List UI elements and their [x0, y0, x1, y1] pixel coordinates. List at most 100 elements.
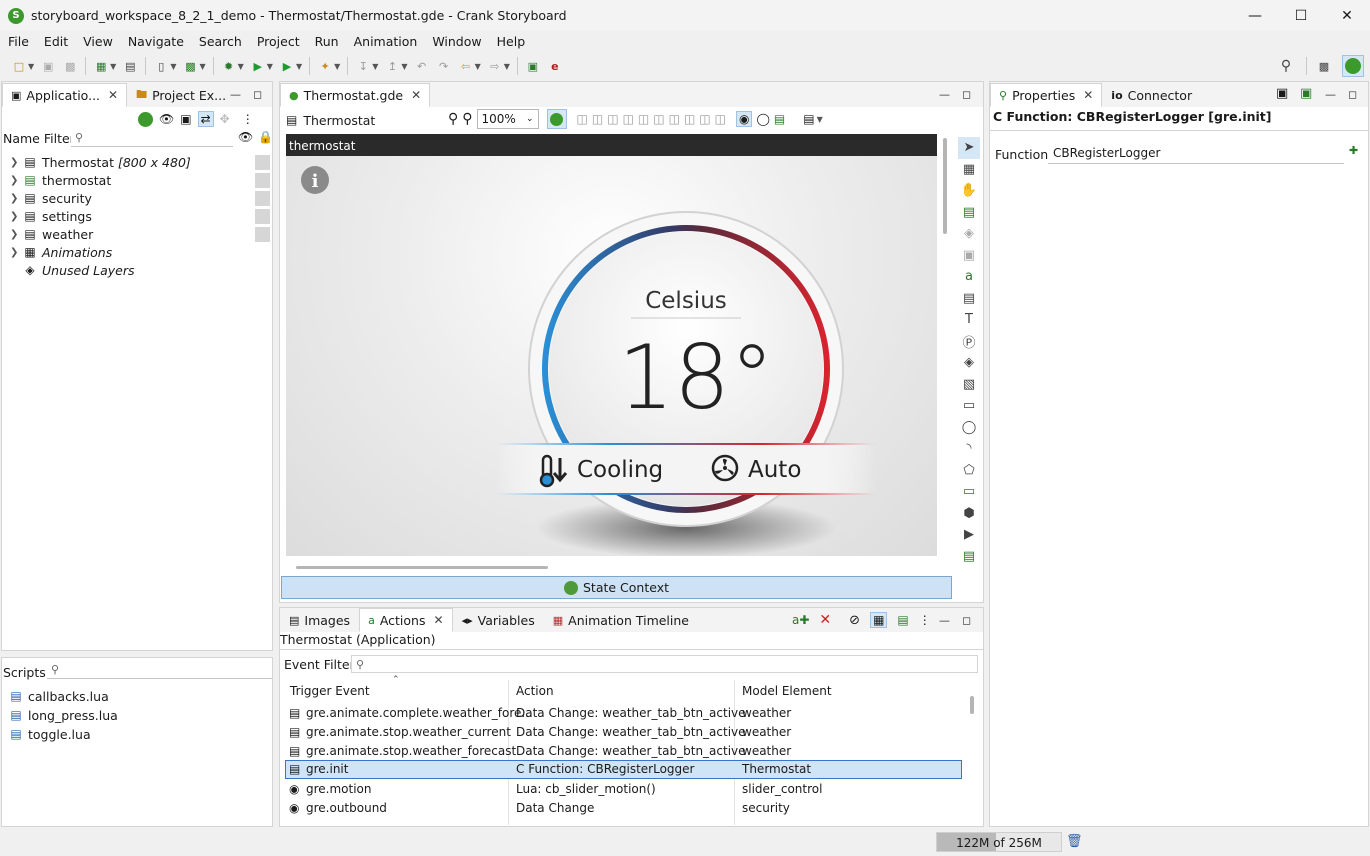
run-icon[interactable]: ▶: [250, 58, 266, 74]
lock-icon[interactable]: 🔒: [258, 130, 273, 144]
tree-item-animations[interactable]: ❯ ▦ Animations: [10, 243, 112, 261]
table-row[interactable]: ▤ gre.animate.stop.weather_forecast Data…: [285, 742, 962, 761]
back-dropdown-icon[interactable]: ▼: [475, 62, 481, 71]
storyboard-perspective-button[interactable]: [1342, 55, 1364, 77]
editor-breadcrumb[interactable]: ▤ Thermostat: [286, 110, 375, 130]
column-header-model-element[interactable]: Model Element: [742, 684, 832, 698]
forward-edit-icon[interactable]: ↷: [436, 58, 452, 74]
zoom-in-icon[interactable]: ⚲: [448, 111, 458, 127]
expand-chevron-icon[interactable]: ❯: [10, 211, 22, 222]
function-input[interactable]: CBRegisterLogger: [1048, 144, 1344, 164]
maximize-button[interactable]: ☐: [1278, 0, 1324, 31]
external-tools-icon[interactable]: ▶: [279, 58, 295, 74]
canvas-vertical-scrollbar[interactable]: [943, 138, 947, 234]
tab-connector[interactable]: io Connector: [1102, 83, 1201, 107]
expand-icon[interactable]: ✥: [220, 112, 230, 126]
search-icon[interactable]: ⚲: [1278, 58, 1294, 74]
layer-tool-icon[interactable]: ◈: [958, 223, 980, 245]
view-menu-icon[interactable]: ⋮: [242, 112, 254, 126]
tree-item-unused-layers[interactable]: ◈ Unused Layers: [10, 261, 134, 279]
wand-icon[interactable]: ✦: [317, 58, 333, 74]
text-tool-icon[interactable]: T: [958, 309, 980, 331]
actions-table-scrollbar[interactable]: [970, 696, 974, 714]
add-screen-icon[interactable]: ▤: [774, 112, 785, 126]
save-icon[interactable]: ▣: [40, 58, 56, 74]
forward-dropdown-icon[interactable]: ▼: [504, 62, 510, 71]
table-row[interactable]: ◉ gre.motion Lua: cb_slider_motion() sli…: [285, 780, 962, 799]
minimize-view-icon[interactable]: —: [1325, 88, 1336, 101]
minimize-view-icon[interactable]: —: [939, 88, 950, 101]
export-dropdown-icon[interactable]: ▼: [199, 62, 205, 71]
expand-chevron-icon[interactable]: ❯: [10, 175, 22, 186]
visibility-toggle[interactable]: [255, 209, 270, 224]
marquee-tool-icon[interactable]: ▦: [958, 159, 980, 181]
tab-variables[interactable]: ◂▸ Variables: [453, 608, 544, 632]
fill-tool-icon[interactable]: ◈: [958, 352, 980, 374]
wand-dropdown-icon[interactable]: ▼: [334, 62, 340, 71]
pan-tool-icon[interactable]: ✋: [958, 180, 980, 202]
table-row[interactable]: ▤ gre.animate.complete.weather_fore... D…: [285, 704, 962, 723]
variable-tool-icon[interactable]: a: [958, 266, 980, 288]
maximize-view-icon[interactable]: ◻: [962, 614, 971, 627]
menu-project[interactable]: Project: [249, 34, 307, 49]
match-width-icon[interactable]: ◫: [699, 112, 710, 126]
expand-chevron-icon[interactable]: ❯: [10, 157, 22, 168]
align-right-icon[interactable]: ◫: [607, 112, 618, 126]
tab-thermostat-gde[interactable]: ● Thermostat.gde ✕: [280, 83, 431, 107]
view-menu-icon[interactable]: ⋮: [919, 613, 931, 627]
distribute-vertical-icon[interactable]: ◫: [684, 112, 695, 126]
add-action-icon[interactable]: a✚: [792, 613, 809, 627]
shapes-icon[interactable]: ◯: [756, 112, 769, 126]
export-icon[interactable]: ▩: [182, 58, 198, 74]
canvas-horizontal-scrollbar[interactable]: [296, 566, 548, 569]
rectangle-tool-icon[interactable]: ▭: [958, 395, 980, 417]
event-filter-input[interactable]: ⚲: [351, 655, 978, 673]
align-middle-icon[interactable]: ◫: [638, 112, 649, 126]
prev-annotation-dropdown-icon[interactable]: ▼: [401, 62, 407, 71]
run-dropdown-icon[interactable]: ▼: [267, 62, 273, 71]
close-window-button[interactable]: ✕: [1324, 0, 1370, 31]
tree-item-thermostat-app[interactable]: ❯ ▤ Thermostat [800 x 480]: [10, 153, 191, 171]
close-tab-icon[interactable]: ✕: [411, 88, 421, 102]
table-row[interactable]: ▤ gre.animate.stop.weather_current Data …: [285, 723, 962, 742]
minimize-button[interactable]: —: [1232, 0, 1278, 31]
circle-tool-icon[interactable]: ◯: [958, 417, 980, 439]
menu-run[interactable]: Run: [307, 34, 346, 49]
function-browse-icon[interactable]: ✚: [1349, 144, 1358, 157]
table-row-selected[interactable]: ▤ gre.init C Function: CBRegisterLogger …: [285, 760, 962, 779]
menu-file[interactable]: File: [0, 34, 36, 49]
open-perspective-icon[interactable]: ▣: [525, 58, 541, 74]
script-item[interactable]: ▤ callbacks.lua: [8, 687, 108, 705]
tree-item-security[interactable]: ❯ ▤ security: [10, 189, 92, 207]
add-screen-tool-icon[interactable]: ▤: [958, 202, 980, 224]
prev-annotation-icon[interactable]: ↥: [384, 58, 400, 74]
heap-status[interactable]: 122M of 256M: [936, 832, 1062, 852]
zoom-select[interactable]: 100% ⌄: [476, 109, 539, 129]
display-icon[interactable]: ▤: [803, 112, 814, 126]
close-tab-icon[interactable]: ✕: [108, 88, 118, 102]
pin-icon[interactable]: ▣: [1276, 86, 1288, 101]
visibility-toggle[interactable]: [255, 191, 270, 206]
link-editor-icon[interactable]: ⇄: [197, 111, 214, 127]
visibility-toggle[interactable]: [255, 173, 270, 188]
gradient-tool-icon[interactable]: ▧: [958, 374, 980, 396]
debug-icon[interactable]: ✹: [221, 58, 237, 74]
close-tab-icon[interactable]: ✕: [1083, 88, 1093, 102]
zoom-out-icon[interactable]: ⚲: [462, 111, 472, 127]
tab-project-explorer[interactable]: 🖿 Project Ex...: [127, 83, 235, 107]
menu-animation[interactable]: Animation: [346, 34, 425, 49]
visibility-icon[interactable]: 👁: [159, 112, 174, 126]
align-left-icon[interactable]: ◫: [577, 112, 588, 126]
monitor-icon[interactable]: ▤: [122, 58, 138, 74]
name-filter-input[interactable]: ⚲: [71, 129, 233, 147]
delete-action-icon[interactable]: ✕: [819, 612, 831, 628]
add-event-icon[interactable]: ▤: [897, 613, 908, 627]
tree-item-settings[interactable]: ❯ ▤ settings: [10, 207, 92, 225]
select-tool-icon[interactable]: ➤: [958, 137, 980, 159]
tab-images[interactable]: ▤ Images: [280, 608, 359, 632]
menu-window[interactable]: Window: [424, 34, 488, 49]
align-bottom-icon[interactable]: ◫: [653, 112, 664, 126]
minimize-view-icon[interactable]: —: [230, 88, 241, 101]
expand-chevron-icon[interactable]: ❯: [10, 247, 22, 258]
group-by-icon[interactable]: ▦: [870, 612, 888, 628]
